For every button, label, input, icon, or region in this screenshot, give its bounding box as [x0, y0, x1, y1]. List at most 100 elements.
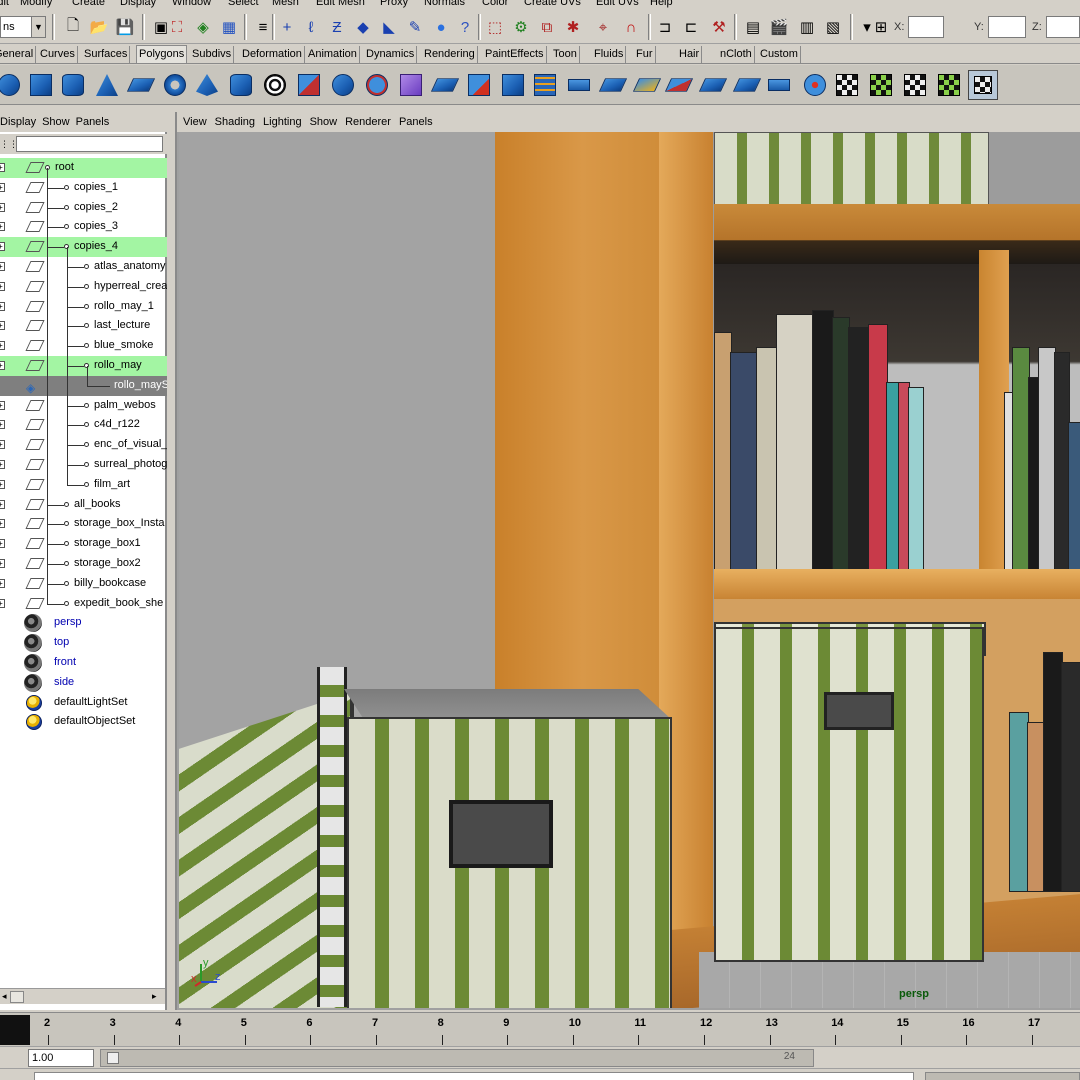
combine-icon[interactable]	[294, 70, 324, 100]
output-ops-icon[interactable]: ⊏	[680, 16, 702, 38]
shelf-tab-general[interactable]: General	[0, 46, 37, 64]
expand-icon[interactable]: +	[0, 341, 5, 351]
cylindrical-mapping-icon[interactable]	[866, 70, 896, 100]
menu-edit-uvs[interactable]: Edit UVs	[596, 0, 639, 8]
poly-cone-icon[interactable]	[92, 70, 122, 100]
shelf-tab-curves[interactable]: Curves	[38, 46, 78, 64]
transform-input-icon[interactable]: ⊞	[870, 16, 892, 38]
expand-icon[interactable]: +	[0, 499, 5, 509]
outliner-item[interactable]: + storage_box_Insta	[0, 514, 167, 534]
shelf-tab-dynamics[interactable]: Dynamics	[364, 46, 418, 64]
planar-mapping-icon[interactable]	[832, 70, 862, 100]
save-scene-icon[interactable]: 💾	[114, 16, 136, 38]
expand-icon[interactable]: +	[0, 222, 5, 232]
viewport-menu-lighting[interactable]: Lighting	[263, 116, 302, 128]
time-slider[interactable]: 2 3 4 5 6 7 8 9 10 11 12 13 14 15 16 17	[0, 1012, 1080, 1046]
shelf-tab-hair[interactable]: Hair	[677, 46, 703, 64]
scroll-right-icon[interactable]: ▸	[152, 991, 157, 1002]
outliner-item[interactable]: + copies_3	[0, 217, 167, 237]
range-handle[interactable]	[107, 1052, 119, 1064]
render-view-icon[interactable]: ▤	[742, 16, 764, 38]
outliner-item[interactable]: top	[0, 633, 167, 653]
menu-color[interactable]: Color	[482, 0, 508, 8]
snap-plane-icon[interactable]: ◣	[378, 16, 400, 38]
outliner-item[interactable]: defaultObjectSet	[0, 712, 167, 732]
menu-mesh[interactable]: Mesh	[272, 0, 299, 8]
x-field[interactable]	[908, 16, 944, 38]
outliner-search-input[interactable]	[16, 136, 163, 152]
expand-icon[interactable]: +	[0, 400, 5, 410]
scroll-thumb[interactable]	[10, 991, 24, 1003]
snap-curve-icon[interactable]: Ƶ	[326, 16, 348, 38]
outliner-menu-display[interactable]: Display	[0, 116, 36, 128]
input-ops-icon[interactable]: ⊐	[654, 16, 676, 38]
viewport-menu-view[interactable]: View	[183, 116, 207, 128]
poly-cube-icon[interactable]	[26, 70, 56, 100]
shelf-tab-animation[interactable]: Animation	[306, 46, 360, 64]
reduce-icon[interactable]	[430, 70, 460, 100]
expand-icon[interactable]: +	[0, 578, 5, 588]
merge-icon[interactable]	[732, 70, 762, 100]
current-frame-marker[interactable]	[0, 1015, 30, 1045]
sphere-tool-icon[interactable]: ●	[430, 16, 452, 38]
expand-icon[interactable]: +	[0, 242, 5, 252]
expand-icon[interactable]: +	[0, 182, 5, 192]
scroll-left-icon[interactable]: ◂	[2, 991, 7, 1002]
menu-edit-mesh[interactable]: Edit Mesh	[316, 0, 365, 8]
shelf-tab-ncloth[interactable]: nCloth	[718, 46, 755, 64]
render-icon[interactable]: ⧉	[536, 16, 558, 38]
chevron-down-icon[interactable]: ▼	[31, 17, 45, 37]
select-component-icon[interactable]: ▦	[218, 16, 240, 38]
poly-pipe-icon[interactable]	[226, 70, 256, 100]
split-polygon-icon[interactable]	[598, 70, 628, 100]
ipr-icon[interactable]: ✱	[562, 16, 584, 38]
make-live-icon[interactable]: ✎	[404, 16, 426, 38]
insert-edge-loop-icon[interactable]	[632, 70, 662, 100]
history-icon[interactable]: ⬚	[484, 16, 506, 38]
expand-icon[interactable]: +	[0, 598, 5, 608]
outliner-item[interactable]: + storage_box2	[0, 554, 167, 574]
menu-display[interactable]: Display	[120, 0, 156, 8]
new-scene-icon[interactable]: 🗋	[62, 16, 84, 38]
render-frame-icon[interactable]: 🎬	[768, 16, 790, 38]
expand-icon[interactable]: +	[0, 360, 5, 370]
outliner-menu-show[interactable]: Show	[42, 116, 70, 128]
shelf-tab-surfaces[interactable]: Surfaces	[82, 46, 131, 64]
viewport-scene[interactable]: y z x persp	[179, 132, 1080, 1008]
menu-set-select[interactable]: ns ▼	[0, 16, 46, 38]
offset-edge-loop-icon[interactable]	[664, 70, 694, 100]
extract-icon[interactable]	[362, 70, 392, 100]
open-scene-icon[interactable]: 📂	[88, 16, 110, 38]
outliner-item[interactable]: defaultLightSet	[0, 693, 167, 713]
viewport-menu-shading[interactable]: Shading	[215, 116, 255, 128]
outliner-hscrollbar[interactable]: ◂ ▸	[0, 988, 165, 1004]
poly-helix-icon[interactable]	[260, 70, 290, 100]
expand-icon[interactable]: +	[0, 301, 5, 311]
expand-icon[interactable]: +	[0, 519, 5, 529]
shelf-tab-custom[interactable]: Custom	[758, 46, 801, 64]
outliner-item[interactable]: ◈ rollo_mayS	[0, 375, 167, 396]
outliner-item[interactable]: persp	[0, 613, 167, 633]
range-bar[interactable]: 24	[100, 1049, 814, 1067]
append-polygon-icon[interactable]	[564, 70, 594, 100]
menu-select[interactable]: Select	[228, 0, 259, 8]
command-input[interactable]	[34, 1072, 914, 1080]
menu-help[interactable]: Help	[650, 0, 673, 8]
y-field[interactable]	[988, 16, 1026, 38]
render-settings-icon[interactable]: ▧	[822, 16, 844, 38]
expand-icon[interactable]: +	[0, 281, 5, 291]
poly-cylinder-icon[interactable]	[58, 70, 88, 100]
magnet-icon[interactable]: ⌖	[592, 16, 614, 38]
outliner-item[interactable]: + expedit_book_she	[0, 594, 167, 614]
expand-icon[interactable]: +	[0, 558, 5, 568]
menu-modify[interactable]: Modify	[20, 0, 52, 8]
sculpt-icon[interactable]	[800, 70, 830, 100]
bridge-icon[interactable]	[530, 70, 560, 100]
shelf-tab-fur[interactable]: Fur	[634, 46, 656, 64]
select-object-icon[interactable]: ◈	[192, 16, 214, 38]
menu-create[interactable]: Create	[72, 0, 105, 8]
outliner-item[interactable]: + storage_box1	[0, 534, 167, 554]
shelf-tab-polygons[interactable]: Polygons	[136, 45, 188, 63]
expand-icon[interactable]: +	[0, 459, 5, 469]
shelf-tab-toon[interactable]: Toon	[551, 46, 580, 64]
